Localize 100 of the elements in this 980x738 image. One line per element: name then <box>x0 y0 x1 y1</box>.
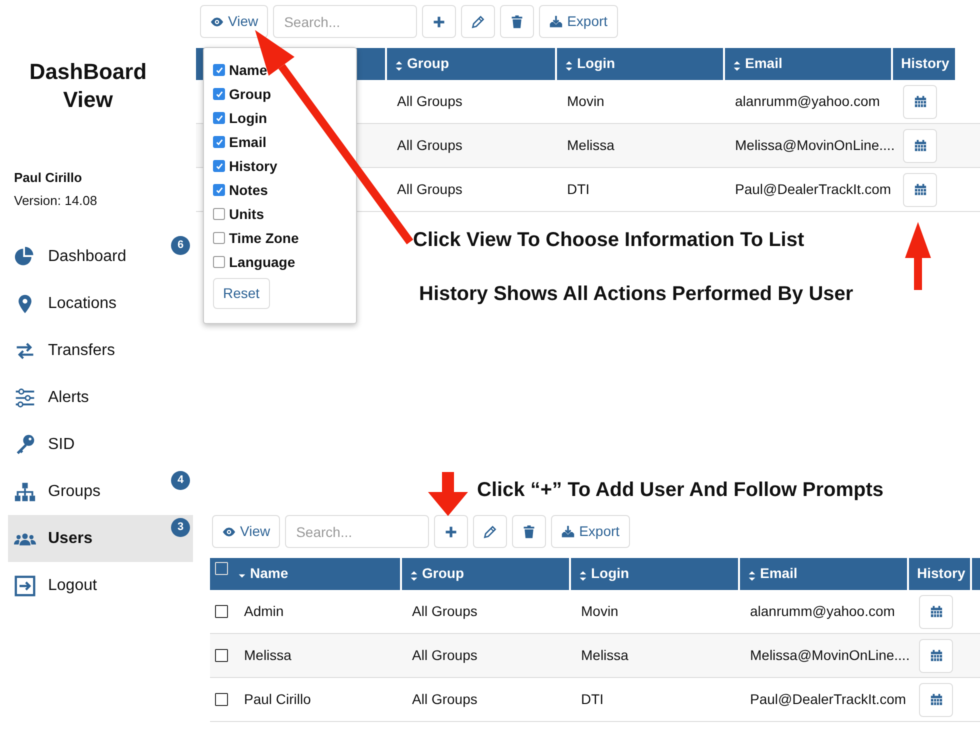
arrow <box>904 220 932 292</box>
table-cell-text: DTI <box>566 180 591 199</box>
history-button[interactable] <box>919 682 953 716</box>
column-header[interactable]: Login <box>571 558 738 590</box>
history-button[interactable] <box>903 172 937 206</box>
pencil-icon <box>471 14 486 28</box>
edit-button[interactable] <box>473 515 508 548</box>
column-option[interactable]: Time Zone <box>213 226 299 250</box>
pie-chart-icon <box>14 246 36 268</box>
sort-icon <box>748 570 756 582</box>
history-button[interactable] <box>919 594 953 628</box>
nav-item[interactable]: Groups 4 <box>8 468 193 515</box>
table-cell-text: All Groups <box>411 602 478 621</box>
add-button[interactable] <box>422 5 456 38</box>
history-button[interactable] <box>903 128 937 162</box>
checkbox[interactable] <box>213 136 225 148</box>
app-title: DashBoard View <box>28 58 148 114</box>
history-button[interactable] <box>919 638 953 672</box>
version-label: Version: 14.08 <box>14 192 98 210</box>
sliders-icon <box>14 386 36 408</box>
nav-item[interactable]: SID <box>8 421 193 468</box>
column-header[interactable]: Email <box>740 558 907 590</box>
delete-button[interactable] <box>512 515 546 548</box>
table-cell-text: DTI <box>580 690 605 709</box>
column-header[interactable]: Name <box>210 558 400 590</box>
checkbox[interactable] <box>213 232 225 244</box>
nav-item[interactable]: Logout <box>8 562 193 609</box>
calendar-icon <box>914 139 926 152</box>
table-cell-text: Melissa@MovinOnLine.... <box>734 136 891 155</box>
checkbox[interactable] <box>213 256 225 268</box>
column-option[interactable]: Units <box>213 202 264 226</box>
logout-icon <box>14 574 36 596</box>
checkbox[interactable] <box>213 64 225 76</box>
search-field[interactable]: Search... <box>273 5 418 38</box>
checkbox[interactable] <box>213 160 225 172</box>
edit-button[interactable] <box>461 5 496 38</box>
column-option[interactable]: Email <box>213 130 266 154</box>
count-badge: 3 <box>171 518 190 537</box>
history-button[interactable] <box>903 84 937 118</box>
trash-icon <box>522 524 536 538</box>
checkbox[interactable] <box>213 88 225 100</box>
nav-item[interactable]: Users 3 <box>8 515 193 562</box>
sort-icon <box>579 570 587 582</box>
column-option[interactable]: Language <box>213 250 296 274</box>
table-cell-text: All Groups <box>411 646 478 665</box>
sort-icon <box>733 60 741 72</box>
column-header[interactable]: Group <box>402 558 569 590</box>
export-button[interactable]: Export <box>539 5 618 38</box>
column-header: History <box>909 558 970 590</box>
calendar-icon <box>914 95 926 108</box>
nav-item[interactable]: Dashboard 6 <box>8 233 193 280</box>
sort-icon <box>395 60 403 72</box>
view-button[interactable]: View <box>200 5 268 38</box>
add-button[interactable] <box>434 515 468 548</box>
column-header[interactable]: Email <box>725 48 891 80</box>
row-checkbox[interactable] <box>215 649 228 662</box>
checkbox[interactable] <box>213 112 225 124</box>
column-header[interactable]: Group <box>387 48 555 80</box>
select-all-checkbox[interactable] <box>215 562 228 575</box>
column-option[interactable]: Login <box>213 106 268 130</box>
table-cell-text: Paul Cirillo <box>244 690 311 709</box>
calendar-icon <box>930 649 942 662</box>
search-field[interactable]: Search... <box>285 515 430 548</box>
table-cell-text: Melissa <box>566 136 616 155</box>
annotation-text: Click View To Choose Information To List <box>413 228 804 252</box>
export-button[interactable]: Export <box>551 515 630 548</box>
column-header[interactable]: Login <box>557 48 723 80</box>
row-checkbox[interactable] <box>215 605 228 618</box>
column-option[interactable]: Group <box>213 82 271 106</box>
view-button[interactable]: View <box>212 515 280 548</box>
reset-button[interactable]: Reset <box>213 278 270 309</box>
checkbox[interactable] <box>213 184 225 196</box>
table-cell-text: Melissa@MovinOnLine.... <box>749 646 907 665</box>
column-option[interactable]: History <box>213 154 278 178</box>
calendar-icon <box>930 693 942 706</box>
table-cell-text: Melissa <box>580 646 630 665</box>
sitemap-icon <box>14 480 36 502</box>
plus-icon <box>444 524 458 538</box>
nav-item[interactable]: Locations <box>8 280 193 327</box>
nav-item[interactable]: Alerts <box>8 374 193 421</box>
nav-item[interactable]: Transfers <box>8 327 193 374</box>
eye-icon <box>210 14 224 28</box>
column-option[interactable]: Name <box>213 58 268 82</box>
checkbox[interactable] <box>213 208 225 220</box>
table-cell-text: Movin <box>566 92 606 111</box>
download-icon <box>549 14 564 28</box>
column-header: History <box>893 48 955 80</box>
row-checkbox[interactable] <box>215 693 228 706</box>
download-icon <box>561 524 576 538</box>
calendar-icon <box>930 605 942 618</box>
table-cell-text: Paul@DealerTrackIt.com <box>749 690 907 709</box>
plus-icon <box>432 14 446 28</box>
arrow <box>427 470 469 518</box>
table-cell-text: All Groups <box>396 136 464 155</box>
table-cell-text: alanrumm@yahoo.com <box>749 602 896 621</box>
table-cell-text: Paul@DealerTrackIt.com <box>734 180 891 199</box>
column-option[interactable]: Notes <box>213 178 268 202</box>
delete-button[interactable] <box>500 5 534 38</box>
pencil-icon <box>483 524 498 538</box>
table-cell-text: All Groups <box>396 180 464 199</box>
